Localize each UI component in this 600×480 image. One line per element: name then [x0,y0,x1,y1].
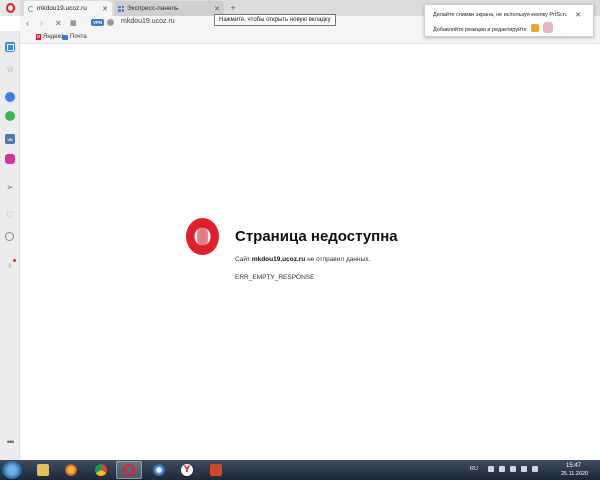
home-icon[interactable] [5,42,15,52]
network-icon[interactable] [510,466,516,472]
opera-logo-icon [186,218,219,255]
whatsapp-icon[interactable] [5,111,15,121]
instagram-icon[interactable] [5,154,15,164]
bookmark-mail[interactable]: Почта [62,34,87,40]
taskbar-explorer[interactable] [30,461,56,479]
taskbar-powerpoint[interactable] [203,461,229,479]
send-icon[interactable]: ➢ [5,182,15,192]
notification-line-2: Добавляйте реакции и редактируйте [433,27,527,33]
more-icon[interactable]: ••• [5,437,15,447]
powerpoint-icon [210,464,222,476]
reaction-sticker-icon [531,24,539,32]
clock-icon[interactable] [5,232,14,241]
start-button[interactable] [2,461,22,479]
vpn-badge[interactable]: VPN [91,19,105,26]
tab-close-icon[interactable]: ✕ [214,5,220,13]
loading-spinner-icon [28,5,34,12]
tab-title: mkdou19.ucoz.ru [37,5,87,12]
tab-mkdou19[interactable]: mkdou19.ucoz.ru ✕ [24,1,112,16]
sidebar: ☆ VK ➢ ♡ ♁ ••• [0,31,20,460]
bookmark-label: Яндекс [43,34,64,40]
mail-icon [62,34,68,40]
new-tab-button[interactable]: + [228,3,238,13]
tab-title: Экспресс-панель [127,5,179,12]
tray-app-icon[interactable] [499,466,505,472]
bookmark-label: Почта [70,34,87,40]
url-field[interactable]: mkdou19.ucoz.ru [121,18,175,25]
flag-icon[interactable] [532,466,538,472]
notification-line-1: Делайте снимки экрана, не используя кноп… [433,12,568,18]
bulb-icon[interactable]: ♁ [5,259,16,270]
messenger-icon[interactable] [5,92,15,102]
error-site: mkdou19.ucoz.ru [251,256,306,263]
taskbar-yandex[interactable]: Y [174,461,200,479]
clock-date[interactable]: 25.11.2020 [561,471,588,477]
bookmark-yandex[interactable]: Я Яндекс [36,34,63,40]
tab-close-icon[interactable]: ✕ [102,5,108,13]
taskbar: Y RU 15:47 25.11.2020 [0,460,600,480]
error-code: ERR_EMPTY_RESPONSE [235,274,315,281]
opera-icon [123,464,135,476]
reaction-sticker-icon [543,22,553,33]
taskbar-thunderbird[interactable] [146,461,172,479]
thunderbird-icon [153,464,165,476]
folder-icon [37,464,49,476]
tab-speed-dial[interactable]: Экспресс-панель ✕ [114,1,224,16]
vk-icon[interactable]: VK [5,134,15,144]
firefox-icon [65,464,77,476]
taskbar-chrome[interactable] [88,461,114,479]
taskbar-opera[interactable] [116,461,142,479]
volume-icon[interactable] [521,466,527,472]
system-tray [488,466,538,472]
chrome-icon [95,464,107,476]
speed-dial-grid-icon[interactable]: ▦ [70,17,77,30]
heart-icon[interactable]: ♡ [5,210,15,220]
stop-loading-icon[interactable]: ✕ [55,17,62,30]
yandex-icon: Я [36,34,41,40]
yandex-browser-icon: Y [181,464,193,476]
forward-arrow-icon[interactable]: › [40,17,43,30]
error-title: Страница недоступна [235,228,398,245]
back-arrow-icon[interactable]: ‹ [26,17,29,30]
opera-menu-button[interactable] [0,0,20,16]
clock-time[interactable]: 15:47 [566,463,581,469]
error-description: Сайт mkdou19.ucoz.ru не отправил данных. [235,256,370,263]
screenshot-notification[interactable]: Делайте снимки экрана, не используя кноп… [424,4,594,37]
error-desc-suffix: не отправил данных. [307,256,371,263]
error-desc-prefix: Сайт [235,256,250,263]
star-icon[interactable]: ☆ [5,64,15,74]
taskbar-firefox[interactable] [58,461,84,479]
new-tab-tooltip: Нажмите, чтобы открыть новую вкладку [214,14,336,26]
language-indicator[interactable]: RU [470,466,478,472]
speed-dial-icon [118,5,124,12]
site-info-icon[interactable] [107,19,114,26]
opera-logo-icon [5,3,15,13]
tray-arrow-icon[interactable] [488,466,494,472]
close-icon[interactable]: ✕ [575,11,581,19]
